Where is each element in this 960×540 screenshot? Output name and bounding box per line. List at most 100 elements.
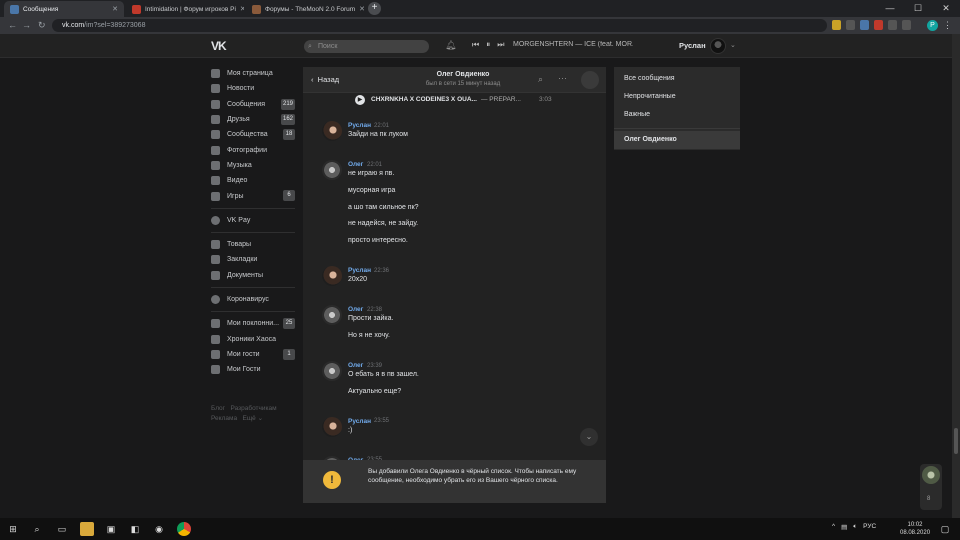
sidebar-item-12[interactable]: Документы (211, 268, 295, 283)
clock[interactable]: 10:02 08.08.2020 (900, 521, 930, 537)
peer-name[interactable]: Олег Овдиенко (413, 71, 513, 78)
close-tab-icon[interactable]: ✕ (236, 5, 244, 13)
sidebar-item-3[interactable]: Друзья 162 (211, 112, 295, 127)
sidebar-item-16[interactable]: Мои гости 1 (211, 347, 295, 362)
footer-link-developers[interactable]: Разработчикам (230, 405, 276, 412)
maximize-icon[interactable]: ☐ (904, 0, 932, 17)
message-time[interactable]: 22:38 (367, 307, 382, 313)
scroll-down-button[interactable]: ⌄ (580, 428, 598, 446)
sidebar-item-4[interactable]: Сообщества 18 (211, 127, 295, 142)
peer-avatar[interactable] (581, 71, 599, 89)
sidebar-item-11[interactable]: Закладки (211, 252, 295, 267)
notifications-icon[interactable]: ▢ (938, 522, 952, 536)
avatar[interactable] (322, 361, 342, 381)
language-indicator[interactable]: РУС (863, 523, 876, 531)
avatar[interactable] (322, 121, 342, 141)
minimize-icon[interactable]: — (876, 0, 904, 17)
footer-link-more[interactable]: Ещё ⌄ (243, 415, 264, 422)
user-name[interactable]: Руслан (679, 41, 706, 50)
search-icon[interactable]: ⌕ (30, 522, 44, 536)
sidebar-item-5[interactable]: Фотографии (211, 142, 295, 157)
message-author[interactable]: Руслан (348, 122, 371, 129)
extension-icon[interactable] (832, 20, 841, 30)
sidebar-item-13[interactable]: Коронавирус (211, 292, 295, 307)
now-playing-track[interactable]: MORGENSHTERN — ICE (feat. MOR... (513, 41, 633, 48)
close-tab-icon[interactable]: ✕ (108, 5, 118, 13)
pause-icon[interactable]: ⏸︎ (486, 40, 490, 50)
avatar[interactable] (322, 266, 342, 287)
network-icon[interactable]: ▤ (841, 523, 847, 531)
tab-forum-themoon[interactable]: Форумы - TheMooN 2.0 Forum ✕ (246, 1, 364, 17)
chrome-icon[interactable] (177, 522, 191, 536)
footer-link-blog[interactable]: Блог (211, 405, 225, 412)
sidebar-item-9[interactable]: VK Pay (211, 213, 295, 228)
sidebar-item-1[interactable]: Новости (211, 81, 295, 96)
back-arrow-icon[interactable]: ← (8, 20, 17, 31)
avatar[interactable] (322, 416, 342, 437)
message-author[interactable]: Руслан (348, 267, 371, 274)
sidebar-item-0[interactable]: Моя страница (211, 66, 295, 81)
message-time[interactable]: 23:39 (367, 363, 382, 369)
message-time[interactable]: 22:36 (374, 268, 389, 274)
extension-icon[interactable] (874, 20, 883, 30)
sidebar-item-8[interactable]: Игры 6 (211, 188, 295, 203)
extension-icon[interactable] (846, 20, 855, 30)
message-time[interactable]: 22:01 (374, 123, 389, 129)
avatar[interactable] (322, 305, 342, 326)
app-icon[interactable]: ◧ (128, 522, 142, 536)
audio-attachment[interactable]: ▶ CHXRNKHA X CODEINE3 X OUA... — PREPAR.… (355, 94, 600, 106)
task-view-icon[interactable]: ▭ (55, 522, 69, 536)
scrollbar-thumb[interactable] (954, 428, 958, 454)
sidebar-item-14[interactable]: Мои поклонни... 25 (211, 316, 295, 331)
vk-extension-icon[interactable] (860, 20, 869, 30)
filter-all-messages[interactable]: Все сообщения (614, 70, 740, 88)
avatar[interactable] (710, 38, 726, 54)
filter-unread[interactable]: Непрочитанные (614, 88, 740, 106)
page-scrollbar[interactable] (952, 34, 960, 518)
recent-chats-widget[interactable]: 8 (920, 464, 942, 510)
filter-selected-conversation[interactable]: Олег Овдиенко (614, 131, 740, 149)
footer-link-ads[interactable]: Реклама (211, 415, 237, 422)
windows-start-icon[interactable]: ⊞ (6, 522, 20, 536)
vk-logo-icon[interactable]: VK (211, 39, 227, 53)
sidebar-item-10[interactable]: Товары (211, 237, 295, 252)
message-author[interactable]: Руслан (348, 418, 371, 425)
chevron-down-icon[interactable]: ⌄ (730, 41, 736, 49)
browser-menu-icon[interactable]: ⋮ (943, 20, 952, 31)
message-time[interactable]: 23:55 (374, 418, 389, 424)
previous-track-icon[interactable]: ⏮︎ (472, 40, 479, 50)
tab-messages[interactable]: Сообщения ✕ (4, 1, 124, 17)
message-author[interactable]: Олег (348, 161, 363, 168)
music-extension-icon[interactable] (902, 20, 911, 30)
notifications-bell-icon[interactable]: 🔔︎ (445, 40, 456, 51)
close-tab-icon[interactable]: ✕ (355, 5, 364, 13)
store-icon[interactable]: ▣ (104, 522, 118, 536)
sidebar-item-15[interactable]: Хроники Хаоса (211, 331, 295, 346)
new-tab-button[interactable]: + (368, 2, 381, 15)
search-input[interactable]: ⌕ Поиск (304, 40, 429, 53)
next-track-icon[interactable]: ⏭︎ (497, 40, 504, 50)
chevron-up-icon[interactable]: ^ (832, 523, 835, 531)
message-time[interactable]: 22:01 (367, 162, 382, 168)
puzzle-icon[interactable] (888, 20, 897, 30)
profile-avatar[interactable]: P (927, 20, 938, 31)
app-icon[interactable]: ◉ (152, 522, 166, 536)
filter-important[interactable]: Важные (614, 106, 740, 124)
url-field[interactable]: vk.com/im?sel=389273068 (52, 19, 827, 32)
more-options-icon[interactable]: ··· (558, 73, 567, 83)
avatar[interactable] (922, 466, 940, 484)
file-explorer-icon[interactable] (80, 522, 94, 536)
forward-arrow-icon[interactable]: → (22, 20, 31, 31)
back-button[interactable]: ‹ Назад (311, 75, 339, 84)
sidebar-item-17[interactable]: Мои Гости (211, 362, 295, 377)
sidebar-item-6[interactable]: Музыка (211, 158, 295, 173)
tab-forum-intimidation[interactable]: Intimidation | Форум игроков Рі ✕ (126, 1, 244, 17)
play-icon[interactable]: ▶ (355, 95, 365, 105)
sidebar-item-2[interactable]: Сообщения 219 (211, 97, 295, 112)
search-icon[interactable]: ⌕ (538, 74, 543, 85)
avatar[interactable] (322, 160, 342, 180)
close-window-icon[interactable]: ✕ (932, 0, 960, 17)
message-author[interactable]: Олег (348, 362, 363, 369)
reload-icon[interactable]: ↻ (38, 20, 46, 31)
message-author[interactable]: Олег (348, 306, 363, 313)
